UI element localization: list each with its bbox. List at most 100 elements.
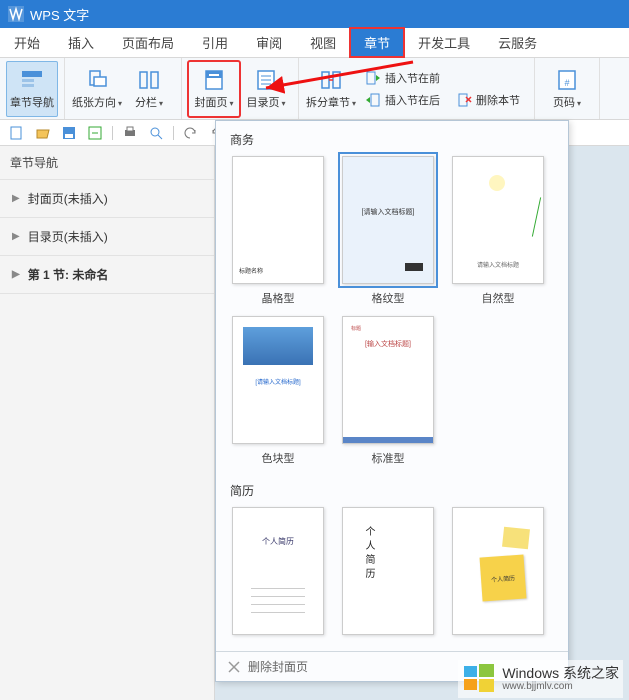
tab-cloud[interactable]: 云服务	[484, 28, 551, 57]
columns-button[interactable]: 分栏	[123, 61, 175, 117]
gallery-item-label: 标准型	[372, 450, 405, 466]
app-title: WPS 文字	[30, 5, 89, 24]
tab-developer[interactable]: 开发工具	[404, 28, 484, 57]
tab-chapter[interactable]: 章节	[350, 28, 404, 57]
cover-thumb: [请输入文档标题]	[232, 316, 324, 444]
ribbon: 章节导航 纸张方向 分栏 封面页 目录页 拆分章节 插入节在前	[0, 58, 629, 120]
cover-thumb: [请输入文档标题]	[342, 156, 434, 284]
chapter-nav-button[interactable]: 章节导航	[6, 61, 58, 117]
gallery-item-jingge[interactable]: 标题名称 晶格型	[230, 156, 326, 306]
button-label: 插入节在后	[385, 92, 440, 108]
gallery-item-label: 自然型	[482, 290, 515, 306]
insert-before-icon	[365, 70, 381, 86]
ribbon-group-cover: 封面页 目录页	[182, 58, 299, 119]
watermark-cn: 系统之家	[563, 665, 619, 681]
nav-item-label: 目录页(未插入)	[28, 228, 108, 245]
tab-view[interactable]: 视图	[296, 28, 350, 57]
button-label: 删除本节	[476, 92, 520, 108]
qa-refresh-icon[interactable]	[86, 124, 104, 142]
cover-thumb: 标题名称	[232, 156, 324, 284]
gallery-item-cv1[interactable]: 个人简历	[230, 507, 326, 635]
tab-label: 章节	[364, 33, 390, 52]
gallery-item-ziran[interactable]: 请输入文档标题 自然型	[450, 156, 546, 306]
gallery-grid-business: 标题名称 晶格型 [请输入文档标题] 格纹型 请输入文档标题 自然型	[226, 152, 558, 476]
gallery-section-resume: 简历	[226, 476, 558, 503]
tab-label: 开发工具	[418, 33, 470, 52]
watermark-url: www.bjjmlv.com	[502, 681, 619, 693]
columns-icon	[137, 68, 161, 92]
chapter-nav-panel: 章节导航 ▶ 封面页(未插入) ▶ 目录页(未插入) ▶ 第 1 节: 未命名	[0, 146, 215, 700]
delete-cover-icon	[226, 659, 242, 675]
nav-item-toc[interactable]: ▶ 目录页(未插入)	[0, 217, 214, 255]
toc-icon	[254, 68, 278, 92]
thumb-text: 请输入文档标题	[453, 260, 543, 269]
ribbon-small-column-2: 删除本节	[448, 68, 528, 110]
tab-references[interactable]: 引用	[188, 28, 242, 57]
button-label: 页码	[553, 94, 581, 110]
tab-insert[interactable]: 插入	[54, 28, 108, 57]
split-icon	[319, 68, 343, 92]
qa-preview-icon[interactable]	[147, 124, 165, 142]
gallery-item-gewen[interactable]: [请输入文档标题] 格纹型	[340, 156, 436, 306]
thumb-text: [请输入文档标题]	[233, 377, 323, 386]
ribbon-group-split: 拆分章节 插入节在前 插入节在后 删除本节	[299, 58, 535, 119]
ribbon-group-pagenum: # 页码	[535, 58, 600, 119]
button-label: 插入节在前	[385, 70, 440, 86]
split-chapter-button[interactable]: 拆分章节	[305, 61, 357, 117]
gallery-item-sekuai[interactable]: [请输入文档标题] 色块型	[230, 316, 326, 466]
tab-page-layout[interactable]: 页面布局	[108, 28, 188, 57]
cover-page-gallery: 商务 标题名称 晶格型 [请输入文档标题] 格纹型 请输入文档标题 自然型	[215, 120, 569, 682]
button-label: 封面页	[194, 94, 233, 110]
page-number-button[interactable]: # 页码	[541, 61, 593, 117]
gallery-item-biaozhun[interactable]: 标题 [输入文档标题] 标准型	[340, 316, 436, 466]
paper-orientation-button[interactable]: 纸张方向	[71, 61, 123, 117]
tab-review[interactable]: 审阅	[242, 28, 296, 57]
button-label: 分栏	[135, 94, 163, 110]
tab-label: 开始	[14, 33, 40, 52]
chevron-right-icon: ▶	[12, 231, 20, 242]
watermark-brand: Windows	[502, 665, 559, 681]
gallery-item-label: 晶格型	[262, 290, 295, 306]
cover-thumb: 个人简历	[232, 507, 324, 635]
qa-separator	[173, 126, 174, 140]
wps-logo-icon	[8, 6, 24, 22]
insert-section-before-button[interactable]: 插入节在前	[361, 68, 444, 88]
tab-label: 页面布局	[122, 33, 174, 52]
gallery-item-label: 色块型	[262, 450, 295, 466]
cover-page-button[interactable]: 封面页	[188, 61, 240, 117]
thumb-text: [输入文档标题]	[343, 339, 433, 349]
gallery-item-label: 格纹型	[372, 290, 405, 306]
gallery-scroll[interactable]: 商务 标题名称 晶格型 [请输入文档标题] 格纹型 请输入文档标题 自然型	[216, 121, 568, 651]
ribbon-tabs: 开始 插入 页面布局 引用 审阅 视图 章节 开发工具 云服务	[0, 28, 629, 58]
delete-icon	[456, 92, 472, 108]
button-label: 纸张方向	[72, 94, 122, 110]
gallery-item-cv2[interactable]: 个人简历	[340, 507, 436, 635]
cover-thumb: 标题 [输入文档标题]	[342, 316, 434, 444]
thumb-text: 个人简历	[480, 555, 527, 602]
tab-label: 云服务	[498, 33, 537, 52]
tab-label: 插入	[68, 33, 94, 52]
insert-section-after-button[interactable]: 插入节在后	[361, 90, 444, 110]
qa-print-icon[interactable]	[121, 124, 139, 142]
toc-page-button[interactable]: 目录页	[240, 61, 292, 117]
button-label: 目录页	[246, 94, 285, 110]
thumb-text: 个人简历	[361, 526, 376, 582]
gallery-section-business: 商务	[226, 125, 558, 152]
cover-thumb: 个人简历	[342, 507, 434, 635]
gallery-item-cv3[interactable]: 个人简历	[450, 507, 546, 635]
qa-new-icon[interactable]	[8, 124, 26, 142]
panel-title: 章节导航	[0, 146, 214, 179]
ribbon-small-column: 插入节在前 插入节在后	[357, 68, 448, 110]
qa-save-icon[interactable]	[60, 124, 78, 142]
button-label: 删除封面页	[248, 658, 308, 675]
page-number-icon: #	[555, 68, 579, 92]
cover-thumb: 请输入文档标题	[452, 156, 544, 284]
qa-separator	[112, 126, 113, 140]
qa-undo-icon[interactable]	[182, 124, 200, 142]
nav-item-cover[interactable]: ▶ 封面页(未插入)	[0, 179, 214, 217]
delete-section-button[interactable]: 删除本节	[452, 90, 524, 110]
tab-label: 引用	[202, 33, 228, 52]
qa-open-icon[interactable]	[34, 124, 52, 142]
tab-start[interactable]: 开始	[0, 28, 54, 57]
nav-item-section1[interactable]: ▶ 第 1 节: 未命名	[0, 255, 214, 294]
